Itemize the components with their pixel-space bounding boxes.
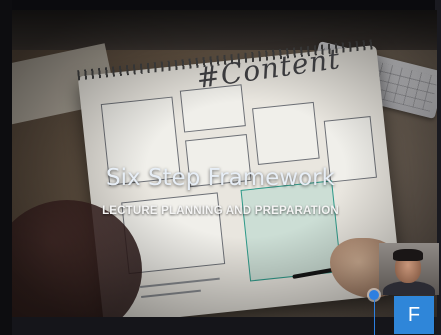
participant-video-tile[interactable] [379, 243, 439, 295]
participant-avatar[interactable]: F [394, 296, 434, 334]
pointer-stem [374, 300, 375, 335]
slide-subtitle: LECTURE PLANNING AND PREPARATION [102, 205, 339, 217]
pointer-dot [369, 290, 379, 300]
slide-title: Six Step Framework [106, 165, 335, 191]
device-bezel-top [0, 0, 441, 10]
presentation-slide [12, 10, 437, 317]
